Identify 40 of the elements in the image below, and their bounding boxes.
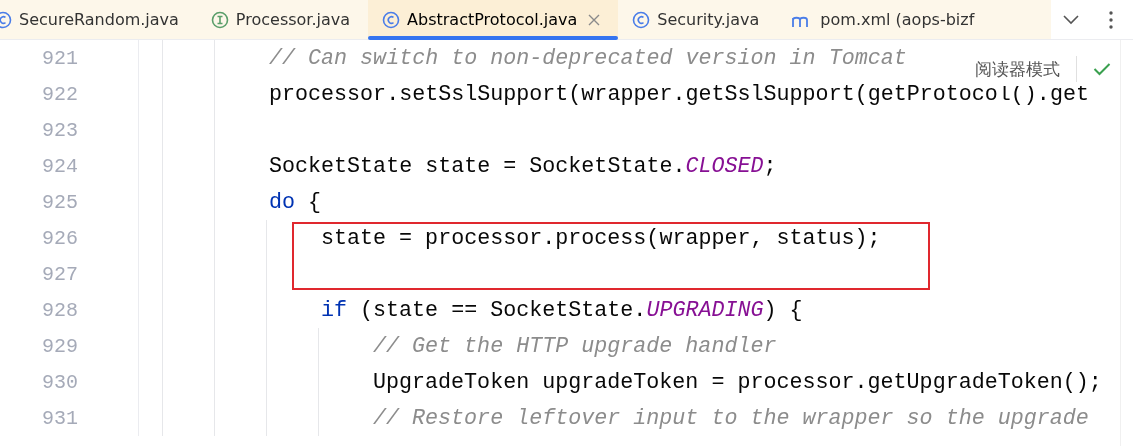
class-icon [632, 10, 651, 29]
code-token: // Get the HTTP upgrade handler [373, 333, 777, 359]
code-token: state = processor.process(wrapper, status); [321, 225, 881, 251]
line-number: 927 [41, 262, 78, 286]
more-icon[interactable] [1109, 10, 1113, 29]
file-tab[interactable]: Security.java [618, 0, 778, 39]
line-number: 929 [41, 334, 78, 358]
chevron-down-icon[interactable] [1063, 14, 1079, 25]
code-token: SocketState state = SocketState. [269, 153, 686, 179]
line-number: 923 [41, 118, 78, 142]
code-token: ) { [763, 297, 803, 323]
line-number: 925 [41, 190, 78, 214]
file-tab[interactable]: AbstractProtocol.java [368, 0, 619, 39]
line-number: 928 [41, 298, 78, 322]
line-number: 926 [41, 226, 78, 250]
line-number: 921 [41, 46, 78, 70]
close-icon[interactable] [588, 13, 601, 26]
code-token: CLOSED [685, 153, 764, 179]
file-tab[interactable]: SecureRandom.java [0, 0, 197, 39]
code-token: (state == SocketState. [359, 297, 647, 323]
file-tab[interactable]: Processor.java [196, 0, 369, 39]
line-number: 922 [41, 82, 78, 106]
code-token: if [321, 297, 348, 323]
code-token: // Restore leftover input to the wrapper so the upgrade [373, 405, 1089, 431]
code-token: UPGRADING [646, 297, 764, 323]
check-icon [1093, 62, 1111, 76]
code-token: { [307, 189, 322, 215]
code-token: ; [763, 153, 777, 179]
reader-mode-button[interactable]: 阅读器模式 [975, 57, 1060, 81]
class-icon [0, 10, 12, 29]
interface-icon [210, 10, 229, 29]
file-tab[interactable]: pom.xml (aops-bizf [777, 0, 993, 39]
class-icon [382, 10, 401, 29]
line-number: 931 [41, 406, 78, 430]
code-token: do [269, 189, 296, 215]
line-number: 924 [41, 154, 78, 178]
code-token: UpgradeToken upgradeToken = processor.getUpgradeToken(); [373, 369, 1102, 395]
code-token: processor.setSslSupport(wrapper.getSslSupport(getProtocol().get [269, 81, 1089, 107]
line-number: 930 [41, 370, 78, 394]
code-token: // Can switch to non-deprecated version in Tomcat [269, 45, 907, 71]
